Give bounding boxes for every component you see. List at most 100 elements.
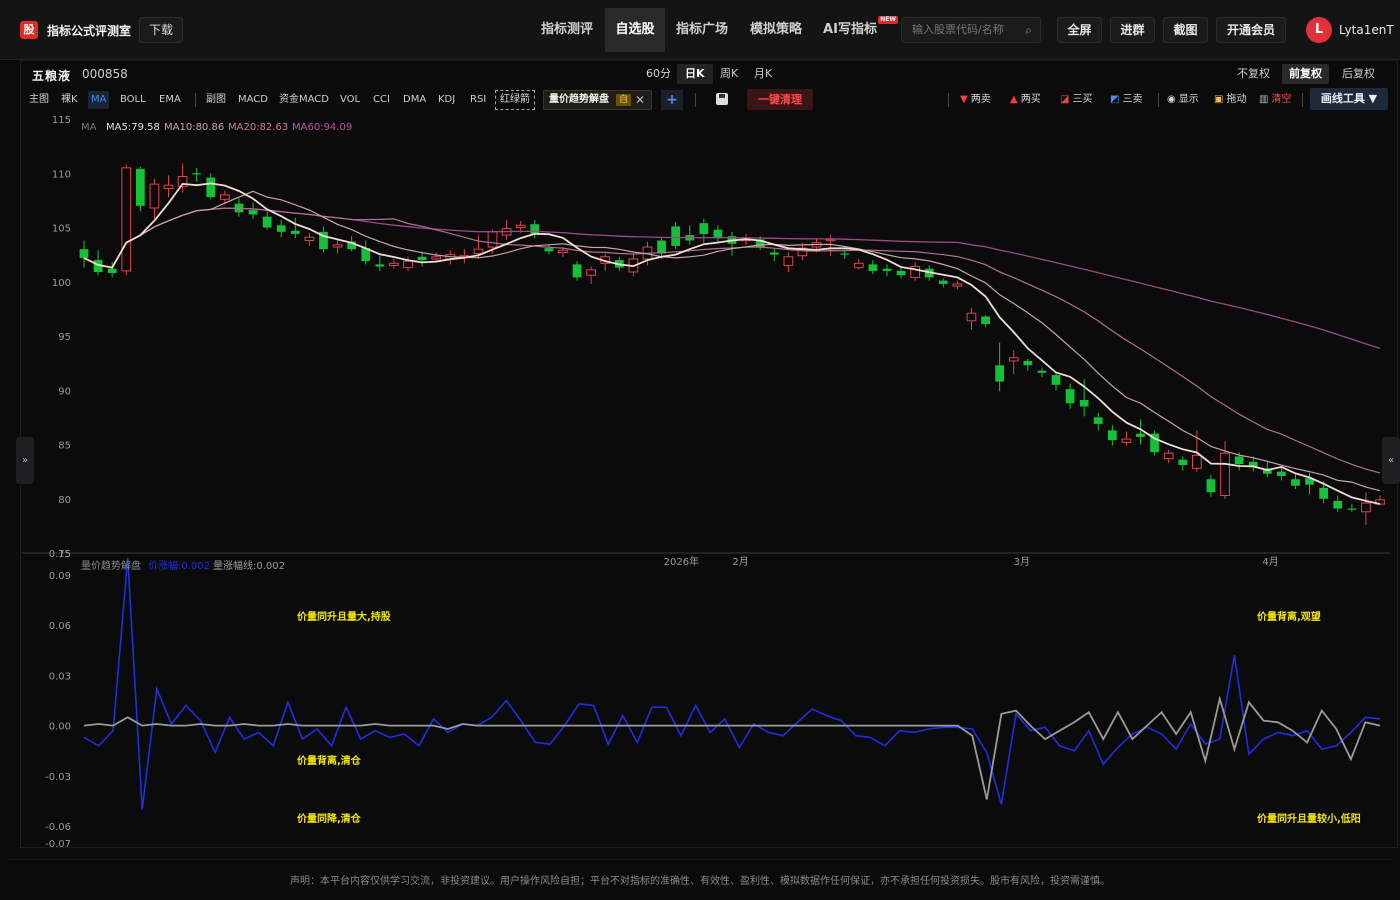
candle-body — [1277, 471, 1286, 476]
indicator-tick-label: 0.09 — [49, 571, 71, 582]
candle-body — [1079, 400, 1089, 407]
candle-body — [586, 269, 596, 276]
indicator-tick-label: 0.06 — [49, 621, 71, 632]
ma20-line — [83, 207, 1381, 474]
candle-body — [403, 260, 413, 269]
candle-body — [882, 268, 892, 271]
candle-body — [149, 183, 160, 209]
price-tick-label: 100 — [52, 278, 71, 289]
candle-body — [853, 262, 864, 269]
annotation-low-volume-rise: 价量同升且量较小,低阳 — [1257, 812, 1361, 825]
indicator-tick-label: -0.03 — [45, 772, 71, 783]
candle-body — [135, 168, 145, 206]
indicator-tick-label: 0.15 — [49, 549, 71, 560]
candle-body — [1206, 479, 1216, 493]
candle-body — [1234, 456, 1244, 465]
candle-body — [473, 248, 484, 255]
candle-body — [276, 225, 286, 232]
candle-body — [1163, 452, 1174, 460]
candle-body — [1319, 487, 1329, 499]
volume-change-legend: 量涨幅线:0.002 — [213, 561, 285, 572]
candle-body — [966, 312, 977, 322]
candle-body — [981, 316, 990, 325]
candle-body — [530, 224, 540, 235]
time-axis-label: 4月 — [1262, 556, 1278, 568]
time-axis-label: 2026年 — [664, 555, 699, 568]
candle-body — [995, 365, 1005, 382]
expand-right-icon[interactable]: « — [1382, 437, 1400, 484]
candle-body — [389, 262, 399, 266]
price-tick-label: 110 — [52, 169, 71, 180]
candle-body — [248, 210, 258, 215]
candle-body — [487, 231, 498, 248]
ma60-legend: MA60:94.09 — [292, 122, 353, 133]
price-tick-label: 85 — [58, 441, 71, 452]
candle-body — [304, 236, 315, 242]
annotation-hold: 价量同升且量大,持股 — [297, 610, 392, 623]
annotation-divergence-watch: 价量背离,观望 — [1257, 610, 1321, 623]
annotation-both-down-sell: 价量同降,清仓 — [297, 812, 362, 825]
indicator-tick-label: -0.07 — [45, 839, 71, 850]
candle-body — [1291, 479, 1300, 486]
candle-body — [896, 270, 906, 276]
candle-body — [431, 256, 442, 260]
candle-body — [192, 173, 202, 175]
candle-body — [671, 226, 681, 246]
chart-canvas[interactable]: 11511010510095908580752026年 2月 3月 4月0.150.0… — [0, 0, 1400, 900]
candle-body — [1220, 452, 1230, 496]
candle-body — [1361, 502, 1371, 513]
annotation-divergence-sell: 价量背离,清仓 — [297, 754, 362, 767]
indicator-legend-title: 量价趋势解盘 — [81, 561, 141, 572]
candle-body — [1347, 508, 1357, 510]
candle-body — [1107, 430, 1117, 441]
candle-body — [544, 248, 554, 252]
candle-body — [1065, 389, 1075, 404]
candle-body — [1093, 417, 1103, 424]
ma20-legend: MA20:82.63 — [228, 122, 289, 133]
candle-body — [1333, 500, 1343, 509]
footer-divider — [8, 859, 1392, 860]
expand-left-icon[interactable]: » — [16, 437, 34, 484]
price-tick-label: 95 — [58, 332, 71, 343]
indicator-tick-label: 0.00 — [49, 722, 71, 733]
candle-body — [79, 249, 89, 258]
price-change-line — [83, 557, 1381, 810]
candle-body — [938, 280, 948, 284]
candle-body — [783, 256, 794, 266]
candle-body — [840, 253, 850, 255]
candle-body — [163, 184, 174, 189]
price-tick-label: 90 — [58, 386, 71, 397]
candle-body — [290, 230, 300, 235]
candle-body — [699, 223, 709, 235]
candle-body — [1037, 370, 1047, 373]
candle-body — [1178, 459, 1188, 466]
indicator-tick-label: 0.03 — [49, 671, 71, 682]
candle-body — [206, 177, 216, 198]
candle-body — [657, 240, 666, 254]
ma10-legend: MA10:80.86 — [164, 122, 225, 133]
price-change-legend: 价涨幅:0.002 — [148, 561, 210, 572]
candle-body — [868, 264, 878, 271]
time-axis-label: 3月 — [1014, 556, 1030, 568]
candle-body — [572, 264, 582, 278]
candle-body — [1192, 454, 1202, 469]
candle-body — [1023, 360, 1033, 366]
disclaimer-footer: 声明：本平台内容仅供学习交流，非投资建议。用户操作风险自担；平台不对指标的准确性… — [290, 876, 1110, 887]
candle-body — [1051, 375, 1061, 385]
candle-body — [332, 244, 343, 248]
candle-body — [220, 194, 230, 200]
candle-body — [1121, 438, 1132, 443]
ma-legend-title: MA — [81, 122, 97, 133]
candle-body — [121, 167, 132, 272]
candle-body — [375, 264, 385, 267]
candle-body — [417, 256, 427, 261]
candle-body — [1136, 433, 1145, 437]
candle-body — [107, 268, 117, 274]
candle-body — [952, 283, 963, 287]
price-tick-label: 80 — [58, 495, 71, 506]
candle-body — [262, 216, 272, 228]
indicator-tick-label: -0.06 — [45, 822, 71, 833]
ma5-legend: MA5:79.58 — [106, 122, 160, 133]
candle-body — [515, 224, 526, 229]
candle-body — [558, 249, 568, 253]
